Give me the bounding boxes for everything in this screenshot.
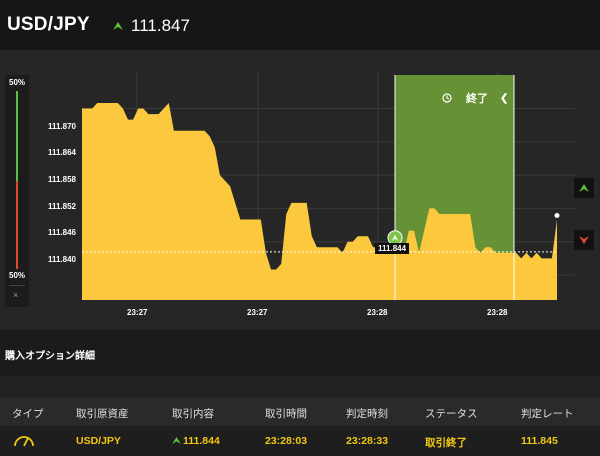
- y-tick-label: 111.852: [47, 202, 76, 211]
- x-tick-label: 23:28: [367, 308, 388, 317]
- y-tick-label: 111.846: [47, 228, 76, 237]
- column-header: タイプ: [12, 408, 44, 420]
- column-header: 取引原資産: [76, 408, 129, 420]
- option-details-header: 購入オプション詳細: [0, 330, 600, 376]
- buy-high-button[interactable]: [574, 178, 594, 198]
- buy-low-button[interactable]: [574, 230, 594, 250]
- asset-cell: USD/JPY: [76, 435, 121, 447]
- column-header: 判定時刻: [346, 408, 388, 420]
- expiry-label: 終了 ❮: [442, 90, 508, 106]
- up-arrow-icon: [172, 437, 181, 444]
- column-header: 判定レート: [521, 408, 574, 420]
- column-header: 取引時間: [265, 408, 307, 420]
- column-header: ステータス: [425, 408, 478, 420]
- chevron-left-icon[interactable]: ❮: [500, 93, 508, 104]
- rate-cell: 111.845: [521, 435, 558, 447]
- x-tick-label: 23:27: [247, 308, 268, 317]
- column-header: 取引内容: [172, 408, 214, 420]
- history-icon: [442, 93, 452, 103]
- x-tick-label: 23:28: [487, 308, 508, 317]
- content-value: 111.844: [183, 435, 220, 447]
- up-arrow-icon: [579, 184, 589, 192]
- content-cell: 111.844: [172, 435, 220, 447]
- gauge-icon: [13, 432, 35, 451]
- y-tick-label: 111.864: [47, 148, 76, 157]
- down-arrow-icon: [579, 236, 589, 244]
- section-title: 購入オプション詳細: [5, 351, 95, 362]
- last-price-dot: [554, 213, 560, 219]
- expiry-text: 終了: [466, 93, 488, 105]
- price-chart: [82, 72, 575, 300]
- table-row[interactable]: USD/JPY 111.844 23:28:03 23:28:33 取引終了 1…: [0, 426, 600, 456]
- spacer: [0, 376, 600, 398]
- y-tick-label: 111.840: [47, 255, 76, 264]
- status-cell: 取引終了: [425, 437, 467, 449]
- y-tick-label: 111.870: [47, 122, 76, 131]
- trade-time-cell: 23:28:03: [265, 435, 308, 447]
- current-rate-label: 111.844: [375, 242, 410, 254]
- y-tick-label: 111.858: [47, 175, 76, 184]
- judge-time-cell: 23:28:33: [346, 435, 389, 447]
- table-header: タイプ 取引原資産 取引内容 取引時間 判定時刻 ステータス 判定レート: [0, 398, 600, 426]
- x-tick-label: 23:27: [127, 308, 148, 317]
